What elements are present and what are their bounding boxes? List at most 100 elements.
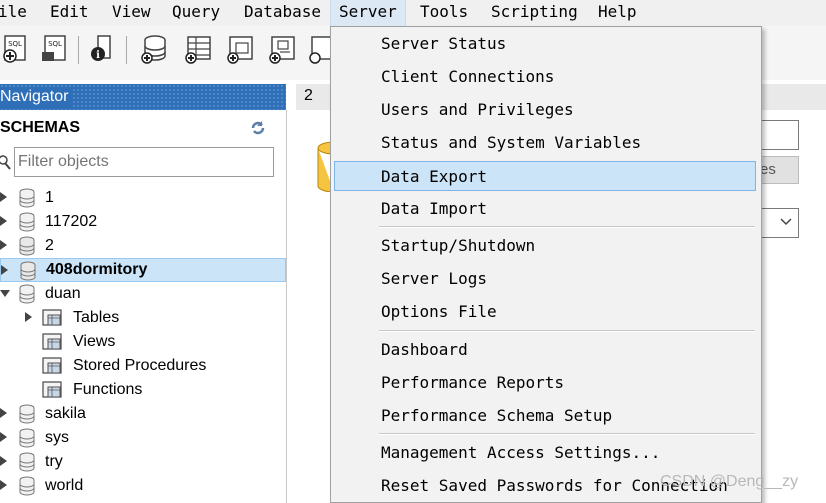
server-menu-item-management-access-settings[interactable]: Management Access Settings... <box>334 438 756 468</box>
schema-item[interactable]: 408dormitory <box>0 258 286 282</box>
tree-child-item[interactable]: Views <box>0 330 286 354</box>
database-icon <box>19 476 35 496</box>
menu-item-label: Management Access Settings... <box>381 443 661 462</box>
expand-arrow-icon[interactable] <box>0 408 7 418</box>
navigator-title: Navigator <box>0 87 73 107</box>
menu-item-label: Server Status <box>381 34 507 53</box>
menu-separator-highlight <box>379 227 755 228</box>
tree-item-label: 408dormitory <box>46 261 148 278</box>
tree-item-label: duan <box>45 285 81 302</box>
create-procedure-icon[interactable] <box>268 34 296 64</box>
watermark: CSDN @Deng__zy <box>660 473 799 490</box>
svg-text:SQL: SQL <box>8 40 22 48</box>
filter-objects-input[interactable] <box>18 150 268 174</box>
schemas-label: SCHEMAS <box>0 119 81 136</box>
tree-item-label: 117202 <box>45 213 98 230</box>
menu-item-label: Options File <box>381 302 497 321</box>
schema-item[interactable]: 2 <box>0 234 286 258</box>
tree-item-label: sakila <box>45 405 86 422</box>
server-menu-item-users-and-privileges[interactable]: Users and Privileges <box>334 95 756 125</box>
database-icon <box>19 452 35 472</box>
tree-item-label: world <box>45 477 84 494</box>
menu-file[interactable]: ile <box>0 0 27 26</box>
server-menu-item-server-logs[interactable]: Server Logs <box>334 264 756 294</box>
chevron-down-icon <box>780 218 792 226</box>
expand-arrow-icon[interactable] <box>25 312 32 322</box>
menu-item-label: Performance Reports <box>381 373 565 392</box>
folder-icon <box>42 357 62 374</box>
server-menu-item-dashboard[interactable]: Dashboard <box>334 335 756 365</box>
schema-item[interactable]: sys <box>0 426 286 450</box>
create-view-icon[interactable] <box>226 34 254 64</box>
schema-item[interactable]: 117202 <box>0 210 286 234</box>
menu-item-label: Users and Privileges <box>381 100 574 119</box>
server-menu-item-data-import[interactable]: Data Import <box>334 194 756 224</box>
expand-arrow-icon[interactable] <box>0 216 7 226</box>
schema-item[interactable]: 1 <box>0 186 286 210</box>
server-menu-item-client-connections[interactable]: Client Connections <box>334 62 756 92</box>
menu-edit[interactable]: Edit <box>50 0 89 26</box>
menu-database[interactable]: Database <box>244 0 321 26</box>
menu-query[interactable]: Query <box>172 0 220 26</box>
refresh-icon[interactable] <box>250 120 266 136</box>
menu-item-label: Data Export <box>381 167 487 186</box>
menu-item-label: Server Logs <box>381 269 487 288</box>
server-menu-item-performance-reports[interactable]: Performance Reports <box>334 368 756 398</box>
menu-item-label: Client Connections <box>381 67 555 86</box>
collapse-arrow-icon[interactable] <box>0 290 10 297</box>
menu-tools[interactable]: Tools <box>420 0 468 26</box>
expand-arrow-icon[interactable] <box>1 265 8 275</box>
create-table-icon[interactable] <box>184 34 212 64</box>
menu-item-label: Status and System Variables <box>381 133 642 152</box>
editor-tab[interactable]: 2 <box>304 84 313 108</box>
schema-item[interactable]: duan <box>0 282 286 306</box>
inspect-icon[interactable]: i <box>88 34 116 64</box>
navigator-header: Navigator <box>0 84 286 110</box>
server-menu-item-startup-shutdown[interactable]: Startup/Shutdown <box>334 231 756 261</box>
svg-text:SQL: SQL <box>48 40 62 48</box>
menu-server[interactable]: Server <box>330 0 406 26</box>
create-schema-icon[interactable] <box>140 34 168 64</box>
schema-item[interactable]: sakila <box>0 402 286 426</box>
expand-arrow-icon[interactable] <box>0 456 7 466</box>
menu-separator-highlight <box>379 331 755 332</box>
database-icon <box>19 212 35 232</box>
database-icon <box>19 236 35 256</box>
expand-arrow-icon[interactable] <box>0 480 7 490</box>
database-icon <box>19 188 35 208</box>
expand-arrow-icon[interactable] <box>0 432 7 442</box>
server-menu-item-status-and-system-variables[interactable]: Status and System Variables <box>334 128 756 158</box>
browse-button-label: es <box>760 161 776 178</box>
folder-icon <box>42 309 62 326</box>
menu-help[interactable]: Help <box>598 0 637 26</box>
svg-text:i: i <box>96 50 100 61</box>
menu-item-label: Startup/Shutdown <box>381 236 536 255</box>
menu-separator-highlight <box>379 434 755 435</box>
tree-item-label: 2 <box>45 237 54 254</box>
tree-child-item[interactable]: Stored Procedures <box>0 354 286 378</box>
database-icon <box>19 428 35 448</box>
toolbar-separator <box>78 36 79 64</box>
server-menu-item-options-file[interactable]: Options File <box>334 297 756 327</box>
menu-view[interactable]: View <box>112 0 151 26</box>
database-icon <box>20 261 36 281</box>
server-menu-item-server-status[interactable]: Server Status <box>334 29 756 59</box>
server-menu-item-performance-schema-setup[interactable]: Performance Schema Setup <box>334 401 756 431</box>
schema-item[interactable]: world <box>0 474 286 498</box>
menu-item-label: Data Import <box>381 199 487 218</box>
new-sql-tab-icon[interactable]: SQL <box>2 34 30 64</box>
tree-child-item[interactable]: Functions <box>0 378 286 402</box>
tree-item-label: sys <box>45 429 69 446</box>
tree-item-label: 1 <box>45 189 54 206</box>
expand-arrow-icon[interactable] <box>0 192 7 202</box>
toolbar-separator <box>126 36 127 64</box>
server-menu-dropdown: Server Status Client Connections Users and… <box>330 26 762 503</box>
server-menu-item-data-export[interactable]: Data Export <box>334 161 756 191</box>
tree-item-label: Views <box>73 333 116 350</box>
tree-child-item[interactable]: Tables <box>0 306 286 330</box>
schema-item[interactable]: try <box>0 450 286 474</box>
folder-icon <box>42 333 62 350</box>
open-sql-script-icon[interactable]: SQL <box>40 34 68 64</box>
expand-arrow-icon[interactable] <box>0 240 7 250</box>
menu-scripting[interactable]: Scripting <box>491 0 578 26</box>
